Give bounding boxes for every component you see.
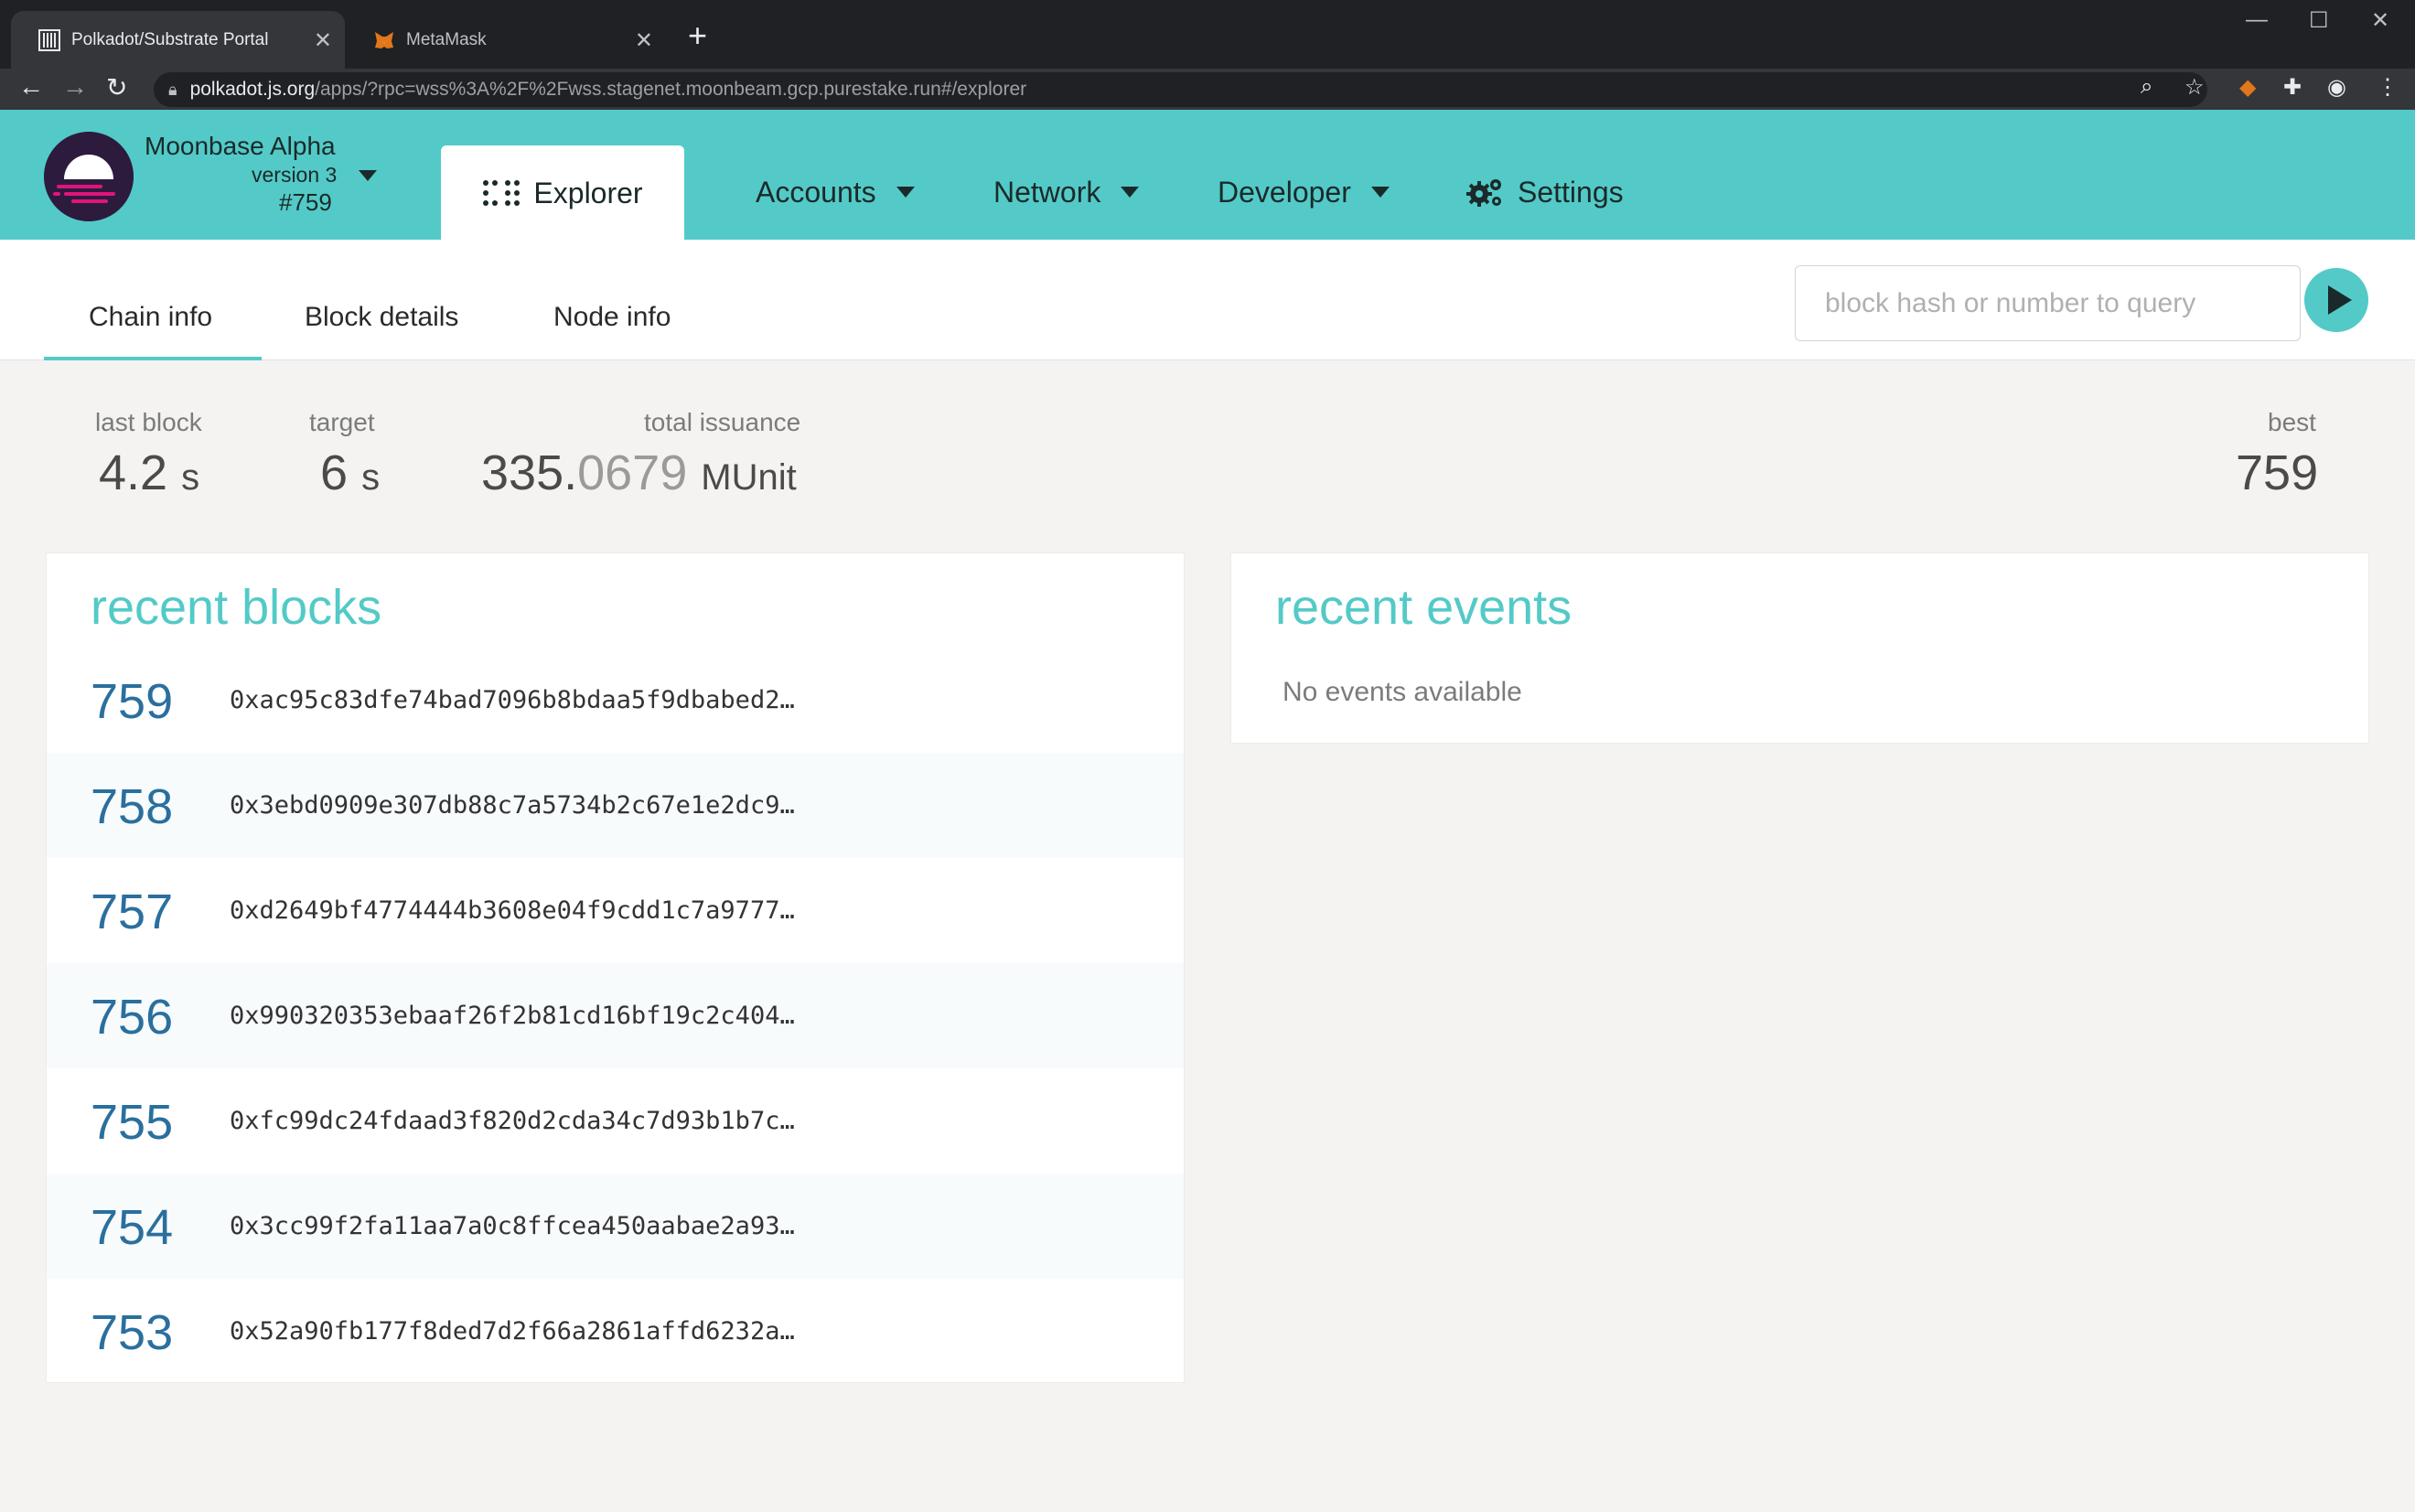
- block-hash: 0x3cc99f2fa11aa7a0c8ffcea450aabae2a93…: [230, 1212, 795, 1240]
- browser-menu-icon[interactable]: ⋮: [2377, 74, 2399, 101]
- address-bar[interactable]: 🔒︎ polkadot.js.org/apps/?rpc=wss%3A%2F%2…: [154, 72, 2207, 107]
- caret-down-icon: [896, 187, 915, 198]
- block-row: 759 0xac95c83dfe74bad7096b8bdaa5f9dbabed…: [47, 648, 1184, 753]
- chain-dropdown-icon[interactable]: [359, 170, 377, 181]
- url-path: /apps/?rpc=wss%3A%2F%2Fwss.stagenet.moon…: [315, 79, 1027, 100]
- query-submit-play-button[interactable]: [2304, 268, 2368, 332]
- chain-name[interactable]: Moonbase Alpha: [145, 132, 336, 161]
- browser-tab-metamask[interactable]: MetaMask ✕: [346, 11, 666, 69]
- block-row: 755 0xfc99dc24fdaad3f820d2cda34c7d93b1b7…: [47, 1068, 1184, 1174]
- issuance-unit: MUnit: [701, 457, 797, 498]
- target-unit: s: [361, 457, 381, 498]
- block-query-input[interactable]: [1795, 265, 2301, 341]
- block-row: 753 0x52a90fb177f8ded7d2f66a2861affd6232…: [47, 1279, 1184, 1384]
- chain-best-block: #759: [279, 188, 332, 216]
- menu-developer-label: Developer: [1218, 175, 1351, 209]
- polkadot-favicon-icon: [38, 28, 60, 51]
- tab-strip: Polkadot/Substrate Portal ✕ MetaMask ✕ +…: [0, 0, 2415, 69]
- metamask-fox-icon: [375, 31, 393, 48]
- block-hash: 0xd2649bf4774444b3608e04f9cdd1c7a9777…: [230, 896, 795, 925]
- subtab-block-details[interactable]: Block details: [305, 302, 458, 333]
- caret-down-icon: [1370, 187, 1390, 198]
- block-number-link[interactable]: 759: [91, 673, 173, 730]
- block-hash: 0xfc99dc24fdaad3f820d2cda34c7d93b1b7c…: [230, 1107, 795, 1135]
- bookmark-star-icon[interactable]: ☆: [2184, 74, 2205, 101]
- browser-toolbar: ← → ↻ 🔒︎ polkadot.js.org/apps/?rpc=wss%3…: [0, 69, 2415, 110]
- block-number-link[interactable]: 753: [91, 1304, 173, 1361]
- extensions-puzzle-icon[interactable]: ✚: [2283, 74, 2302, 101]
- close-tab-icon[interactable]: ✕: [635, 27, 653, 54]
- recent-events-card: recent events: [1230, 552, 2369, 744]
- close-window-icon[interactable]: ✕: [2371, 7, 2389, 34]
- menu-settings-label: Settings: [1518, 175, 1624, 209]
- menu-network[interactable]: Network: [993, 145, 1140, 240]
- menu-developer[interactable]: Developer: [1218, 145, 1390, 240]
- minimize-icon[interactable]: —: [2246, 7, 2268, 33]
- best-value: 759: [2236, 445, 2319, 500]
- subtab-node-info[interactable]: Node info: [553, 302, 671, 333]
- total-issuance-label: total issuance: [644, 408, 801, 436]
- best-label: best: [2268, 408, 2316, 436]
- caret-down-icon: [1121, 187, 1140, 198]
- menu-accounts-label: Accounts: [756, 175, 876, 209]
- recent-blocks-card: recent blocks 759 0xac95c83dfe74bad7096b…: [46, 552, 1185, 1383]
- target-number: 6: [320, 445, 349, 500]
- zoom-icon[interactable]: ⌕: [2141, 74, 2152, 100]
- block-row: 757 0xd2649bf4774444b3608e04f9cdd1c7a977…: [47, 858, 1184, 963]
- last-block-number: 4.2: [99, 445, 168, 500]
- menu-network-label: Network: [993, 175, 1101, 209]
- reload-icon[interactable]: ↻: [106, 72, 127, 102]
- block-number-link[interactable]: 758: [91, 778, 173, 835]
- url-host: polkadot.js.org: [189, 79, 316, 100]
- block-row: 756 0x990320353ebaaf26f2b81cd16bf19c2c40…: [47, 963, 1184, 1068]
- close-tab-icon[interactable]: ✕: [314, 27, 332, 54]
- target-label: target: [309, 408, 375, 436]
- block-row: 758 0x3ebd0909e307db88c7a5734b2c67e1e2dc…: [47, 753, 1184, 858]
- browser-tab-title: MetaMask: [406, 29, 487, 49]
- menu-settings[interactable]: Settings: [1466, 145, 1624, 240]
- menu-tab-explorer-label: Explorer: [533, 176, 643, 209]
- active-subtab-indicator: [44, 357, 262, 360]
- block-number-link[interactable]: 754: [91, 1199, 173, 1256]
- block-hash: 0x3ebd0909e307db88c7a5734b2c67e1e2dc9…: [230, 791, 795, 820]
- explorer-grid-icon: [483, 180, 521, 206]
- target-value: 6 s: [320, 445, 380, 501]
- forward-icon[interactable]: →: [62, 72, 88, 102]
- last-block-value: 4.2 s: [99, 445, 199, 501]
- block-hash: 0xac95c83dfe74bad7096b8bdaa5f9dbabed2…: [230, 686, 795, 714]
- chain-logo[interactable]: [44, 132, 134, 221]
- issuance-decimals: 0679: [577, 445, 688, 500]
- block-number-link[interactable]: 755: [91, 1094, 173, 1151]
- issuance-integer: 335.: [481, 445, 578, 500]
- maximize-icon[interactable]: ☐: [2309, 7, 2329, 34]
- settings-gears-icon: [1466, 179, 1501, 207]
- moonbase-logo-icon: [44, 132, 134, 221]
- block-hash: 0x52a90fb177f8ded7d2f66a2861affd6232a…: [230, 1317, 795, 1346]
- profile-avatar-icon[interactable]: ◉: [2327, 74, 2346, 101]
- block-number-link[interactable]: 756: [91, 989, 173, 1046]
- last-block-label: last block: [95, 408, 202, 436]
- menu-accounts[interactable]: Accounts: [756, 145, 915, 240]
- subtab-chain-info[interactable]: Chain info: [89, 302, 212, 333]
- metamask-extension-icon[interactable]: ◆: [2239, 74, 2256, 101]
- browser-tab-title: Polkadot/Substrate Portal: [71, 29, 269, 49]
- last-block-unit: s: [181, 457, 200, 498]
- back-icon[interactable]: ←: [18, 72, 44, 102]
- menu-tab-explorer[interactable]: Explorer: [441, 145, 684, 241]
- app-header: Moonbase Alpha version 3 #759 Explorer A…: [0, 110, 2415, 241]
- recent-events-title: recent events: [1275, 580, 1572, 635]
- block-number-link[interactable]: 757: [91, 884, 173, 940]
- new-tab-icon[interactable]: +: [688, 16, 707, 55]
- browser-chrome: Polkadot/Substrate Portal ✕ MetaMask ✕ +…: [0, 0, 2415, 110]
- total-issuance-value: 335.0679 MUnit: [481, 445, 797, 501]
- block-hash: 0x990320353ebaaf26f2b81cd16bf19c2c404…: [230, 1002, 795, 1030]
- block-row: 754 0x3cc99f2fa11aa7a0c8ffcea450aabae2a9…: [47, 1174, 1184, 1279]
- chain-version: version 3: [252, 163, 338, 187]
- no-events-message: No events available: [1283, 677, 1522, 707]
- browser-tab-portal[interactable]: Polkadot/Substrate Portal ✕: [11, 11, 345, 69]
- recent-blocks-title: recent blocks: [91, 580, 382, 635]
- lock-icon: 🔒︎: [168, 80, 177, 99]
